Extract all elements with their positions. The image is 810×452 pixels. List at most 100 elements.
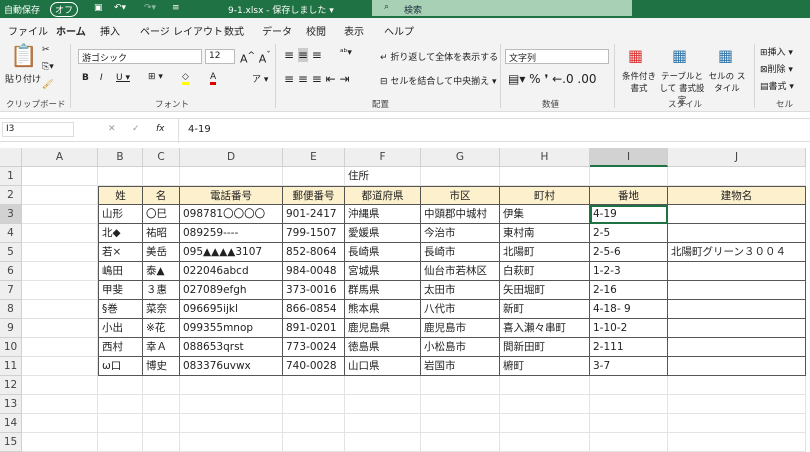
cell[interactable] <box>590 376 668 395</box>
cell[interactable] <box>22 338 98 357</box>
table-cell[interactable]: 祐昭 <box>143 224 180 243</box>
number-format-select[interactable]: 文字列 <box>505 49 609 64</box>
table-cell[interactable]: 沖縄県 <box>345 205 421 224</box>
cell[interactable] <box>180 395 283 414</box>
cell[interactable] <box>500 414 590 433</box>
redo-icon[interactable]: ↷▾ <box>144 3 156 13</box>
undo-icon[interactable]: ↶▾ <box>114 3 126 13</box>
table-cell[interactable]: 岩国市 <box>421 357 500 376</box>
cell[interactable] <box>668 376 806 395</box>
table-cell[interactable]: 1-10-2 <box>590 319 668 338</box>
grow-font-icon[interactable]: A^ Aˇ <box>240 50 271 66</box>
cell[interactable] <box>22 186 98 205</box>
table-cell[interactable]: 2-5 <box>590 224 668 243</box>
table-cell[interactable]: 2-16 <box>590 281 668 300</box>
table-cell[interactable]: 089259---- <box>180 224 283 243</box>
cell[interactable] <box>98 414 143 433</box>
cell[interactable] <box>22 243 98 262</box>
table-cell[interactable]: 鹿児島市 <box>421 319 500 338</box>
column-header-C[interactable]: C <box>143 148 180 167</box>
cell[interactable] <box>143 414 180 433</box>
row-header-13[interactable]: 13 <box>0 395 22 414</box>
table-header[interactable]: 建物名 <box>668 186 806 205</box>
bold-icon[interactable]: B <box>82 73 89 83</box>
table-cell[interactable]: 鹿児島県 <box>345 319 421 338</box>
cell[interactable] <box>590 395 668 414</box>
table-cell[interactable]: 西村 <box>98 338 143 357</box>
table-cell[interactable]: 群馬県 <box>345 281 421 300</box>
file-name[interactable]: 9-1.xlsx - 保存しました ▾ <box>228 3 334 16</box>
tab-2[interactable]: 挿入 <box>100 23 120 38</box>
table-cell[interactable]: 八代市 <box>421 300 500 319</box>
tab-3[interactable]: ページ レイアウト <box>140 23 223 38</box>
cell[interactable] <box>180 433 283 452</box>
table-cell[interactable]: 891-0201 <box>283 319 345 338</box>
title-cell[interactable]: 住所 <box>345 167 421 186</box>
table-cell[interactable] <box>668 205 806 224</box>
table-cell[interactable]: 095▲▲▲▲3107 <box>180 243 283 262</box>
cell[interactable] <box>283 414 345 433</box>
table-cell[interactable]: 愛媛県 <box>345 224 421 243</box>
table-cell[interactable]: 773-0024 <box>283 338 345 357</box>
cell[interactable] <box>22 414 98 433</box>
row-header-2[interactable]: 2 <box>0 186 22 205</box>
table-cell[interactable]: 北陽町 <box>500 243 590 262</box>
table-cell[interactable]: 373-0016 <box>283 281 345 300</box>
underline-icon[interactable]: U ▾ <box>116 73 130 83</box>
table-cell[interactable] <box>668 338 806 357</box>
cell[interactable] <box>22 262 98 281</box>
cell[interactable] <box>143 433 180 452</box>
font-name-select[interactable]: 游ゴシック <box>78 49 202 64</box>
font-color-icon[interactable]: A <box>210 72 217 85</box>
table-cell[interactable]: 083376uvwx <box>180 357 283 376</box>
cancel-icon[interactable]: ✕ <box>108 124 116 134</box>
row-header-1[interactable]: 1 <box>0 167 22 186</box>
table-cell[interactable]: 2-5-6 <box>590 243 668 262</box>
orientation-icon[interactable]: ᵃᵇ▾ <box>340 48 352 58</box>
italic-icon[interactable]: I <box>100 73 103 83</box>
table-header[interactable]: 番地 <box>590 186 668 205</box>
cell[interactable] <box>180 167 283 186</box>
table-cell[interactable]: 088653qrst <box>180 338 283 357</box>
fill-color-icon[interactable]: ◇ <box>182 72 189 85</box>
cell[interactable] <box>345 433 421 452</box>
column-header-E[interactable]: E <box>283 148 345 167</box>
column-header-B[interactable]: B <box>98 148 143 167</box>
cell[interactable] <box>500 167 590 186</box>
row-header-8[interactable]: 8 <box>0 300 22 319</box>
table-header[interactable]: 市区 <box>421 186 500 205</box>
tab-6[interactable]: 校閲 <box>306 23 326 38</box>
table-cell[interactable]: 甲斐 <box>98 281 143 300</box>
row-header-6[interactable]: 6 <box>0 262 22 281</box>
table-cell[interactable]: 若× <box>98 243 143 262</box>
table-cell[interactable]: 山口県 <box>345 357 421 376</box>
table-cell[interactable]: 099355mnop <box>180 319 283 338</box>
align-left-icon[interactable]: ≡ ≡ ≡ ⇤ ⇥ <box>284 72 350 86</box>
cell[interactable] <box>22 224 98 243</box>
cell-style-button[interactable]: セルの スタイル <box>708 70 746 94</box>
table-cell[interactable] <box>668 300 806 319</box>
cell[interactable] <box>143 376 180 395</box>
table-header[interactable]: 町村 <box>500 186 590 205</box>
conditional-format-button[interactable]: 条件付き 書式 <box>620 70 658 94</box>
table-cell[interactable]: 喜入瀬々串町 <box>500 319 590 338</box>
cell[interactable] <box>180 414 283 433</box>
table-header[interactable]: 名 <box>143 186 180 205</box>
cell[interactable] <box>421 167 500 186</box>
table-cell[interactable]: 山形 <box>98 205 143 224</box>
table-cell[interactable]: 長崎県 <box>345 243 421 262</box>
table-cell[interactable]: ※花 <box>143 319 180 338</box>
table-cell[interactable]: 熊本県 <box>345 300 421 319</box>
column-header-G[interactable]: G <box>421 148 500 167</box>
table-cell[interactable]: 宮城県 <box>345 262 421 281</box>
table-cell[interactable]: 博史 <box>143 357 180 376</box>
cell[interactable] <box>22 205 98 224</box>
table-cell[interactable]: 4-19 <box>590 205 668 224</box>
tab-4[interactable]: 数式 <box>224 23 244 38</box>
table-cell[interactable]: 泰▲ <box>143 262 180 281</box>
column-header-I[interactable]: I <box>590 148 668 167</box>
name-box[interactable]: I3 <box>2 122 74 137</box>
align-top-icon[interactable]: ≡ ≡ ≡ <box>284 48 322 62</box>
cell[interactable] <box>98 167 143 186</box>
table-cell[interactable]: 027089efgh <box>180 281 283 300</box>
